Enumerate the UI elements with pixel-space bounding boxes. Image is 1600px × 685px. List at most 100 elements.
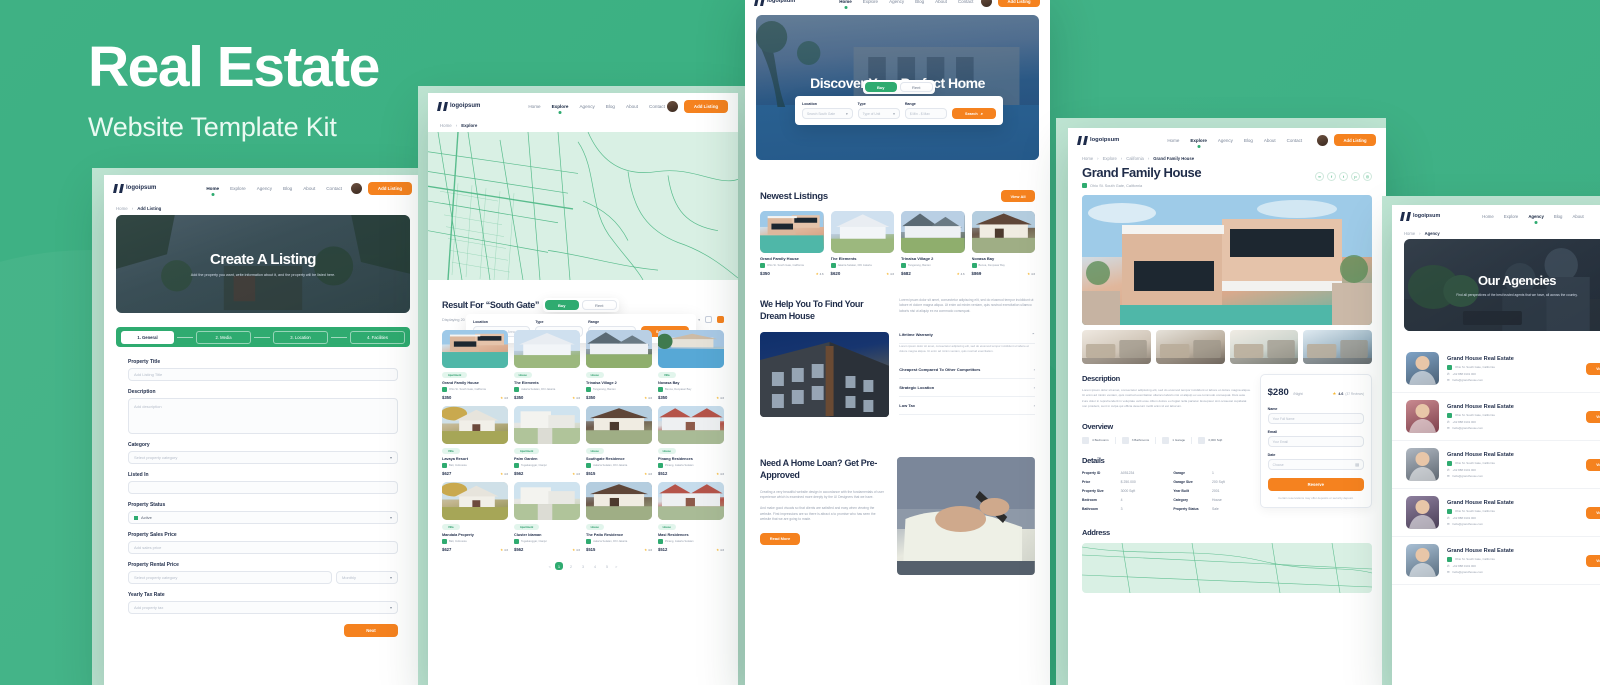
listing-card[interactable]: Apartment Palm Garden Tegalsanggar, Cian…: [514, 406, 580, 476]
agency-row[interactable]: Grand House Real Estate Ohio St. South G…: [1392, 345, 1600, 393]
add-listing-button[interactable]: Add Listing: [368, 181, 412, 195]
breadcrumb-home-2[interactable]: Home: [440, 123, 452, 128]
listing-photo[interactable]: [586, 482, 652, 520]
agent-email[interactable]: ✉ hello@grandhouse.com: [1447, 426, 1578, 430]
screen-explore[interactable]: logoipsum Home Explore Agency Blog About…: [428, 93, 738, 685]
agent-phone[interactable]: ✆ +62 888 0101 000: [1447, 372, 1578, 376]
listing-photo[interactable]: [514, 482, 580, 520]
listing-name[interactable]: The Patio Residence: [586, 533, 652, 537]
step-media[interactable]: 2. Media: [196, 330, 251, 344]
listing-photo[interactable]: [760, 211, 824, 253]
tab-buy-home[interactable]: Buy: [865, 82, 897, 92]
booking-card[interactable]: $280 /Night ★ 4.6 (37 Reviews) Name Your…: [1259, 374, 1372, 509]
breadcrumb-explore[interactable]: Home › Explore: [428, 119, 738, 132]
stepper[interactable]: 1. General 2. Media 3. Location 4. Facil…: [116, 327, 410, 347]
agent-name[interactable]: Grand House Real Estate: [1447, 404, 1578, 410]
pagination[interactable]: < 1 2 3 4 5 >: [442, 562, 724, 570]
buy-rent-toggle-home[interactable]: Buy Rent: [863, 80, 935, 94]
agent-phone[interactable]: ✆ +62 888 0101 000: [1447, 468, 1578, 472]
rental-unit-select[interactable]: Monthly ▾: [336, 571, 398, 584]
category-select[interactable]: Select property category ▾: [128, 451, 398, 464]
agent-phone[interactable]: ✆ +62 888 0101 000: [1447, 516, 1578, 520]
avatar-3[interactable]: [981, 0, 992, 7]
tab-rent[interactable]: Rent: [581, 300, 617, 310]
bc-d-0[interactable]: Home: [1082, 156, 1093, 161]
listing-name[interactable]: Cluster Idaman: [514, 533, 580, 537]
listing-photo[interactable]: [901, 211, 965, 253]
agent-name[interactable]: Grand House Real Estate: [1447, 500, 1578, 506]
home-search-range-input[interactable]: $ Min - $ Max: [904, 108, 947, 119]
listing-card[interactable]: Novasa Bay Benoa, Denpasar Bay $869 ★ 4.…: [971, 211, 1036, 276]
listing-photo[interactable]: [442, 330, 508, 368]
nav-link-agency-4[interactable]: Agency: [1218, 138, 1233, 143]
listing-form[interactable]: Property Title Add Listing Title Descrip…: [104, 347, 422, 637]
accordion-item[interactable]: Lifetime Warranty ⌃ Lorem ipsum dolor si…: [899, 326, 1035, 361]
accordion-header[interactable]: Low Tax ›: [899, 397, 1035, 415]
nav-links-home[interactable]: Home Explore Agency Blog About Contact: [839, 0, 973, 4]
agency-row[interactable]: Grand House Real Estate Ohio St. South G…: [1392, 489, 1600, 537]
nav-link-contact-3[interactable]: Contact: [958, 0, 974, 4]
listing-photo[interactable]: [586, 330, 652, 368]
nav-link-home-4[interactable]: Home: [1167, 138, 1179, 143]
reserve-button[interactable]: Reserve: [1267, 478, 1364, 491]
add-listing-button-2[interactable]: Add Listing: [684, 99, 728, 113]
listing-card[interactable]: House Southgate Residence Jakarta Selata…: [586, 406, 652, 476]
agent-email[interactable]: ✉ hello@grandhouse.com: [1447, 378, 1578, 382]
add-listing-button-4[interactable]: Add Listing: [1334, 134, 1376, 146]
listing-photo[interactable]: [442, 406, 508, 444]
nav-link-blog-3[interactable]: Blog: [915, 0, 924, 4]
listing-card[interactable]: House Masi Residences Pinang, Jakarta Se…: [658, 482, 724, 552]
nav-link-blog[interactable]: Blog: [283, 186, 292, 191]
agency-row[interactable]: Grand House Real Estate Ohio St. South G…: [1392, 537, 1600, 585]
accordion-item[interactable]: Low Tax ›: [899, 397, 1035, 415]
bc-d-1[interactable]: Explore: [1103, 156, 1117, 161]
facebook-icon[interactable]: f: [1327, 172, 1336, 181]
screen-detail[interactable]: logoipsum Home Explore Agency Blog About…: [1068, 128, 1386, 685]
navbar-explore[interactable]: logoipsum Home Explore Agency Blog About…: [428, 93, 738, 119]
link-icon[interactable]: ∞: [1315, 172, 1324, 181]
home-search-type-select[interactable]: Type of Unit ▾: [857, 108, 900, 119]
page-1[interactable]: 1: [555, 562, 563, 570]
nav-link-explore-5[interactable]: Explore: [1504, 214, 1519, 219]
property-status-select[interactable]: Active ▾: [128, 511, 398, 524]
accordion-item[interactable]: Strategic Location ›: [899, 379, 1035, 397]
view-listings-button[interactable]: View Listings: [1586, 554, 1600, 567]
listing-photo[interactable]: [514, 330, 580, 368]
navbar[interactable]: logoipsum Home Explore Agency Blog About…: [104, 175, 422, 201]
booking-email-input[interactable]: Your Email: [1267, 436, 1364, 447]
listing-name[interactable]: Novasa Bay: [972, 256, 1036, 261]
listing-photo[interactable]: [514, 406, 580, 444]
step-general[interactable]: 1. General: [121, 330, 174, 344]
help-accordion[interactable]: Lifetime Warranty ⌃ Lorem ipsum dolor si…: [899, 326, 1035, 415]
nav-links-explore[interactable]: Home Explore Agency Blog About Contact: [528, 104, 665, 109]
nav-link-blog-5[interactable]: Blog: [1554, 214, 1563, 219]
list-view-icon[interactable]: [705, 316, 712, 323]
twitter-icon[interactable]: t: [1339, 172, 1348, 181]
listing-name[interactable]: Pinang Residences: [658, 457, 724, 461]
agent-email[interactable]: ✉ hello@grandhouse.com: [1447, 570, 1578, 574]
listing-photo[interactable]: [658, 406, 724, 444]
description-textarea[interactable]: Add description: [128, 398, 398, 434]
nav-link-agency-2[interactable]: Agency: [579, 104, 594, 109]
listing-name[interactable]: Novasa Bay: [658, 381, 724, 385]
page-prev[interactable]: <: [549, 564, 551, 569]
sales-price-input[interactable]: Add sales price: [128, 541, 398, 554]
property-title-input[interactable]: Add Listing Title: [128, 368, 398, 381]
agent-email[interactable]: ✉ hello@grandhouse.com: [1447, 522, 1578, 526]
agent-name[interactable]: Grand House Real Estate: [1447, 548, 1578, 554]
nav-link-blog-2[interactable]: Blog: [606, 104, 615, 109]
bc-a-0[interactable]: Home: [1404, 231, 1415, 236]
listing-name[interactable]: Masi Residences: [658, 533, 724, 537]
listed-in-input[interactable]: [128, 481, 398, 494]
gallery-thumb[interactable]: [1082, 330, 1151, 364]
avatar-4[interactable]: [1317, 134, 1328, 146]
listing-name[interactable]: Southgate Residence: [586, 457, 652, 461]
listing-card[interactable]: House The Elements Jakarta Selatan, DKI …: [514, 330, 580, 400]
agent-phone[interactable]: ✆ +62 888 0101 000: [1447, 420, 1578, 424]
view-listings-button[interactable]: View Listings: [1586, 506, 1600, 519]
home-search-location-select[interactable]: Search South Gate ▾: [802, 108, 853, 119]
listing-name[interactable]: The Elements: [831, 256, 895, 261]
nav-links-detail[interactable]: Home Explore Agency Blog About Contact: [1167, 138, 1302, 143]
listing-card[interactable]: House The Patio Residence Jakarta Selata…: [586, 482, 652, 552]
chevron-right-icon[interactable]: ›: [1034, 385, 1035, 390]
